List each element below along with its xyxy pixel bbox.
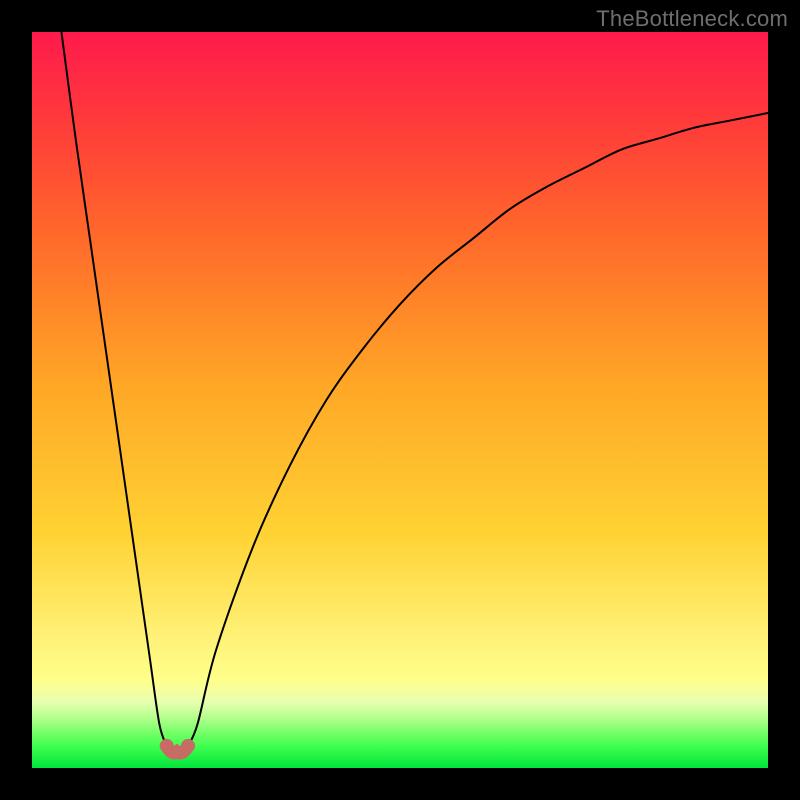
dip-marker [167,746,188,753]
plot-area [32,32,768,768]
curve-right [188,113,768,746]
watermark: TheBottleneck.com [596,6,788,32]
dip-endpoint-right [181,739,195,753]
curve-svg [32,32,768,768]
dip-endpoint-left [160,739,174,753]
curve-left [61,32,166,746]
